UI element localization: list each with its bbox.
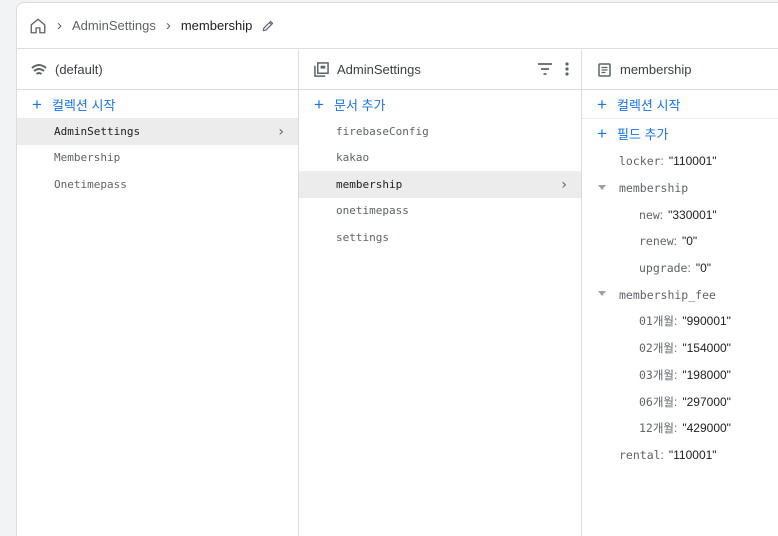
field-row[interactable]: locker: "110001" [582,148,778,175]
field-key: renew [639,234,674,249]
firestore-panel: › AdminSettings › membership (default) +… [16,2,778,536]
document-item[interactable]: settings [299,224,581,251]
collection-item-label: Onetimepass [54,177,127,191]
chevron-right-icon: › [561,177,567,193]
chevron-right-icon: › [57,17,62,34]
add-field-button[interactable]: + 필드 추가 [582,118,778,148]
field-key: 12개월 [639,421,675,436]
field-row[interactable]: 06개월: "297000" [582,388,778,415]
caret-down-icon[interactable] [598,291,606,297]
collection-item-label: AdminSettings [54,124,141,138]
field-row[interactable]: rental: "110001" [582,442,778,469]
field-key: 03개월 [639,367,675,382]
plus-icon: + [597,124,607,143]
field-row[interactable]: 02개월: "154000" [582,335,778,362]
database-title: (default) [55,62,103,77]
plus-icon: + [32,94,42,114]
field-key: 06개월 [639,394,675,409]
filter-icon[interactable] [537,63,553,78]
field-value: "330001" [668,207,717,222]
field-key: 02개월 [639,341,675,356]
database-column: (default) + 컬렉션 시작 AdminSettings › Membe… [17,50,299,536]
pencil-icon[interactable] [261,19,275,33]
document-item-label: onetimepass [336,204,409,218]
start-subcollection-label: 컬렉션 시작 [617,97,681,113]
field-key: upgrade [639,261,688,276]
start-subcollection-button[interactable]: + 컬렉션 시작 [582,90,778,118]
field-value: "429000" [682,421,731,436]
breadcrumb-item-current[interactable]: membership [181,18,253,33]
breadcrumb: › AdminSettings › membership [17,3,778,49]
field-map-row[interactable]: membership_fee [582,281,778,308]
document-item[interactable]: kakao [299,145,581,172]
start-collection-button[interactable]: + 컬렉션 시작 [17,90,298,118]
field-value: "297000" [682,394,731,409]
field-value: "110001" [668,154,717,169]
field-row[interactable]: renew: "0" [582,228,778,255]
field-key: new [639,207,660,222]
field-key: 01개월 [639,314,675,329]
document-icon [596,62,612,78]
field-row[interactable]: 03개월: "198000" [582,362,778,389]
plus-icon: + [314,94,324,114]
document-item[interactable]: onetimepass [299,198,581,225]
field-row[interactable]: 01개월: "990001" [582,308,778,335]
collection-item[interactable]: Membership [17,145,298,172]
home-icon[interactable] [29,17,47,35]
collection-item[interactable]: AdminSettings › [17,118,298,145]
field-key: locker [619,154,661,169]
field-row[interactable]: new: "330001" [582,201,778,228]
field-value: "990001" [682,314,731,329]
document-item-label: kakao [336,151,370,165]
field-key: membership [619,181,689,196]
field-value: "198000" [682,367,731,382]
field-key: rental [619,447,661,462]
collection-column-header: AdminSettings [299,50,581,90]
more-vert-icon[interactable] [565,62,569,79]
collection-column: AdminSettings + 문서 추가 firebaseConfig kak… [299,50,582,536]
collection-title: AdminSettings [337,62,421,77]
add-document-button[interactable]: + 문서 추가 [299,90,581,118]
start-collection-label: 컬렉션 시작 [52,97,116,113]
document-item-label: firebaseConfig [336,124,429,138]
breadcrumb-item[interactable]: AdminSettings [72,18,156,33]
collection-item-label: Membership [54,151,121,165]
field-row[interactable]: upgrade: "0" [582,255,778,282]
caret-down-icon[interactable] [598,184,606,190]
field-row[interactable]: 12개월: "429000" [582,415,778,442]
field-value: "154000" [682,341,731,356]
collection-icon [313,62,329,78]
chevron-right-icon: › [165,17,171,34]
add-field-label: 필드 추가 [617,127,669,142]
add-document-label: 문서 추가 [334,97,386,113]
plus-icon: + [597,94,607,114]
document-item[interactable]: firebaseConfig [299,118,581,145]
document-item-label: settings [336,230,389,244]
document-column: membership + 컬렉션 시작 + 필드 추가 locker: "110… [582,50,778,536]
field-map-row[interactable]: membership [582,175,778,202]
collection-item[interactable]: Onetimepass [17,171,298,198]
chevron-right-icon: › [278,124,284,140]
field-key: membership_fee [619,287,716,302]
field-value: "110001" [668,447,717,462]
document-item[interactable]: membership › [299,171,581,198]
field-value: "0" [681,234,698,249]
document-title: membership [620,62,692,77]
database-icon [31,62,47,78]
document-item-label: membership [336,177,403,191]
field-value: "0" [695,261,712,276]
document-column-header: membership [582,50,778,90]
database-column-header: (default) [17,50,298,90]
